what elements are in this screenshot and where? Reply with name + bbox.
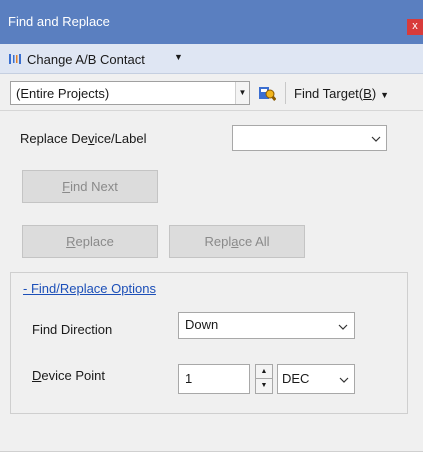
find-direction-value: Down [185,317,219,332]
find-target-label: Find Target( [294,86,364,101]
replace-all-button[interactable]: Replace All [169,225,305,258]
stepper-down-icon[interactable]: ▼ [256,379,272,393]
replace-all-label-a: Repl [204,234,232,249]
replace-device-label-a: Replace De [20,131,88,146]
chevron-down-icon[interactable]: ▼ [235,82,249,104]
replace-device-combo[interactable] [232,125,387,151]
chevron-down-icon[interactable] [338,324,348,330]
title-bar: Find and Replace x [0,0,423,44]
replace-all-label-b: ce All [238,234,270,249]
find-target-button[interactable]: Find Target(B) ▼ [294,86,389,101]
radix-value: DEC [282,371,310,386]
toolbar-separator [285,82,286,104]
find-target-access-key: B [363,86,372,101]
chevron-down-icon[interactable] [339,377,349,383]
chevron-down-icon[interactable]: ▼ [380,90,389,100]
replace-device-label-b: ice/Label [94,131,147,146]
device-point-input[interactable]: 1 [178,364,250,394]
radix-select[interactable]: DEC [277,364,355,394]
device-point-stepper[interactable]: ▲ ▼ [255,364,273,394]
main-toolbar: Change A/B Contact ▼ [0,44,423,74]
options-toggle-link[interactable]: - Find/Replace Options [23,281,156,296]
replace-button[interactable]: Replace [22,225,158,258]
device-point-label-rest: evice Point [41,368,105,383]
stepper-up-icon[interactable]: ▲ [256,365,272,379]
replace-device-label: Replace Device/Label [20,131,146,146]
device-point-access-key: D [32,368,42,383]
find-direction-select[interactable]: Down [178,312,355,339]
find-direction-label: Find Direction [32,322,113,337]
change-ab-contact-button[interactable]: Change A/B Contact [27,52,145,67]
find-next-access-key: F [62,179,71,194]
replace-label: eplace [75,234,114,249]
scope-value: (Entire Projects) [16,86,110,101]
scope-select[interactable]: (Entire Projects) ▼ [10,81,250,105]
find-next-button[interactable]: Find Next [22,170,158,203]
chevron-down-icon[interactable]: ▼ [174,52,183,62]
device-point-label: Device Point [32,368,105,383]
replace-access-key: R [66,234,76,249]
find-target-label-end: ) [371,86,377,101]
find-next-label: ind Next [70,179,118,194]
ab-contact-icon [9,54,21,64]
window-title: Find and Replace [8,14,110,29]
chevron-down-icon[interactable] [371,136,381,142]
find-target-icon[interactable] [258,84,276,102]
close-button[interactable]: x [407,19,423,35]
